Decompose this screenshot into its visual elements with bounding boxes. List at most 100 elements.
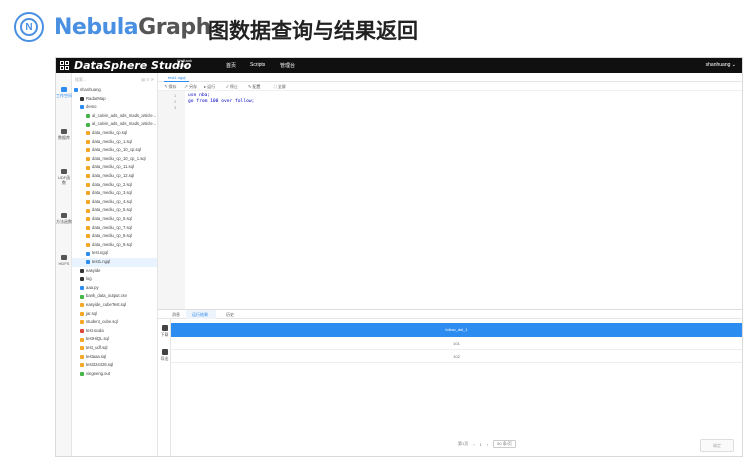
- download-button[interactable]: 下载: [158, 325, 171, 338]
- file-tree-item[interactable]: test_udf.sql: [72, 344, 107, 353]
- next-page-button[interactable]: ›: [487, 442, 488, 447]
- file-tree-item[interactable]: RadarMap: [72, 95, 106, 104]
- file-tree-item[interactable]: aaa.py: [72, 284, 99, 293]
- file-tree-item[interactable]: data_mediu_cp_11.sql: [72, 163, 134, 172]
- pagination: 第1页 ‹ 1 › 50 条/页: [458, 440, 516, 448]
- file-tree-item[interactable]: log: [72, 275, 92, 284]
- page-size-select[interactable]: 50 条/页: [493, 440, 516, 448]
- file-tree-label: easyide_cubeTest.sql: [86, 302, 127, 307]
- toolbar-button[interactable]: ✓ 停止: [226, 83, 238, 90]
- brand-name: NebulaGraph: [54, 15, 211, 40]
- download-icon: [161, 325, 168, 331]
- file-tree-item[interactable]: easyide_cubeTest.sql: [72, 301, 126, 310]
- results-tab[interactable]: 历史: [220, 310, 240, 319]
- leftnav-label: 工作空间: [56, 93, 72, 98]
- toolbar-button[interactable]: ↰ 保存: [164, 83, 176, 90]
- file-tree-item[interactable]: data_mediu_cp_2.sql: [72, 181, 132, 190]
- toolbar-button[interactable]: ↗ 另存: [184, 83, 197, 90]
- sql-icon: [80, 303, 84, 308]
- file-tree-item[interactable]: vingeeng.out: [72, 370, 110, 379]
- file-tree-label: data_mediu_cp_8.sql: [92, 233, 132, 239]
- left-nav: 工作空间数据库 UDF函数方法函数 HDFS: [56, 73, 72, 456]
- file-tree-item[interactable]: testHiQL.sql: [72, 335, 109, 344]
- file-tree-item[interactable]: student_cube.sql: [72, 318, 118, 327]
- method-icon: [61, 213, 67, 218]
- sql-icon: [86, 208, 90, 213]
- user-menu[interactable]: shanhuang ⌄: [706, 62, 736, 68]
- leftnav-item[interactable]: 数据库: [56, 129, 72, 140]
- file-tree-label: data_mediu_cp_12.sql: [92, 173, 135, 178]
- nav-scripts[interactable]: Scripts: [250, 62, 265, 68]
- leftnav-item[interactable]: UDF函数: [56, 169, 72, 185]
- folder-icon: [80, 277, 84, 282]
- file-tree-item[interactable]: demo: [72, 103, 96, 112]
- file-tree-item[interactable]: data_mediu_cp_6.sql: [72, 215, 132, 224]
- file-tree-label: data_mediu_cp_4.sql: [92, 198, 132, 204]
- file-search[interactable]: 搜索... ▤ ⊙ ⟳: [75, 75, 154, 84]
- file-tree-item[interactable]: shanhuang: [72, 86, 101, 95]
- toolbar-button[interactable]: ✎ 配置: [248, 83, 260, 90]
- file-tree-item[interactable]: data_mediu_cp_5.sql: [72, 206, 132, 215]
- file-icon: [86, 122, 90, 127]
- file-tree-item[interactable]: data_mediu_cp_10_cp.sql: [72, 146, 141, 155]
- sql-icon: [80, 354, 84, 359]
- table-row[interactable]: 102: [171, 350, 742, 363]
- prev-page-button[interactable]: ‹: [473, 442, 474, 447]
- file-tree-label: vingeeng.out: [86, 370, 110, 376]
- python-icon: [80, 286, 84, 291]
- file-tree-item[interactable]: test.scala: [72, 327, 104, 336]
- file-tree-item[interactable]: bank_data_output.csv: [72, 292, 127, 301]
- file-tree-item[interactable]: test1.ngql: [72, 258, 157, 267]
- database-icon: [61, 129, 67, 134]
- tree-actions-icon[interactable]: ▤ ⊙ ⟳: [141, 75, 154, 84]
- file-tree-item[interactable]: data_mediu_cp_3.sql: [72, 189, 132, 198]
- file-tree-item[interactable]: al_calvin_ads_ods_mads_article...: [72, 112, 156, 121]
- app-title: DataSphere Studio: [74, 59, 192, 72]
- file-tree-item[interactable]: data_mediu_cp_9.sql: [72, 241, 132, 250]
- file-tree-item[interactable]: test.ngql: [72, 249, 108, 258]
- code-line[interactable]: go from 100 over follow;: [188, 99, 254, 105]
- file-tree-item[interactable]: data_mediu_cp_7.sql: [72, 224, 132, 233]
- brand-part1: Nebula: [54, 15, 139, 40]
- toolbar-label: 停止: [229, 84, 238, 89]
- results-tabs: 消息 运行结果 历史: [158, 310, 742, 319]
- table-row[interactable]: 101: [171, 337, 742, 350]
- toolbar-button[interactable]: ⛶ 全屏: [274, 83, 286, 90]
- file-tree-label: log: [86, 276, 92, 282]
- top-bar: DataSphere Studio WeBank v0.8.7 首页 Script…: [56, 58, 742, 73]
- tab-test1-ngql[interactable]: test1.ngql: [164, 74, 190, 82]
- toolbar-button[interactable]: ▸ 运行: [204, 83, 215, 90]
- file-tree-item[interactable]: data_mediu_cp_4.sql: [72, 198, 132, 207]
- page-number[interactable]: 1: [480, 442, 482, 447]
- file-tree-item[interactable]: test324426.sql: [72, 361, 113, 370]
- sql-icon: [86, 217, 90, 222]
- version-info: WeBank v0.8.7: [177, 58, 192, 68]
- results-tab[interactable]: 运行结果: [186, 310, 216, 319]
- file-search-input[interactable]: 搜索...: [75, 75, 86, 84]
- file-tree-item[interactable]: data_mediu_cp_10_cp_1.sql: [72, 155, 146, 164]
- nav-admin[interactable]: 管理台: [280, 62, 295, 69]
- export-icon: [161, 349, 168, 355]
- results-tab[interactable]: 消息: [166, 310, 186, 319]
- file-tree-item[interactable]: data_mediu_cp_8.sql: [72, 232, 132, 241]
- file-tree-item[interactable]: data_mediu_cp.sql: [72, 129, 127, 138]
- file-tree-item[interactable]: easyide: [72, 267, 100, 276]
- file-tree-item[interactable]: testaaa.sql: [72, 353, 106, 362]
- file-tree-item[interactable]: data_mediu_cp_12.sql: [72, 172, 134, 181]
- leftnav-item[interactable]: HDFS: [56, 255, 72, 266]
- file-tree-label: data_mediu_cp_5.sql: [92, 207, 132, 213]
- app-menu-grid-icon[interactable]: [60, 61, 69, 70]
- file-tree-item[interactable]: al_calvin_ads_ods_mads_article...: [72, 120, 156, 129]
- confirm-button[interactable]: 确定: [700, 439, 734, 452]
- column-header[interactable]: follow_dst_1: [171, 323, 742, 337]
- file-tree-label: student_cube.sql: [86, 319, 118, 325]
- sql-icon: [86, 191, 90, 196]
- file-tree-item[interactable]: data_mediu_cp_1.sql: [72, 138, 132, 147]
- leftnav-label: HDFS: [58, 261, 70, 266]
- file-tree-item[interactable]: jar.sql: [72, 310, 97, 319]
- leftnav-item[interactable]: 工作空间: [56, 87, 72, 98]
- leftnav-item[interactable]: 方法函数: [56, 213, 72, 224]
- nav-home[interactable]: 首页: [226, 62, 236, 69]
- export-button[interactable]: 导出: [158, 349, 171, 362]
- version-line2: v0.8.7: [177, 63, 188, 68]
